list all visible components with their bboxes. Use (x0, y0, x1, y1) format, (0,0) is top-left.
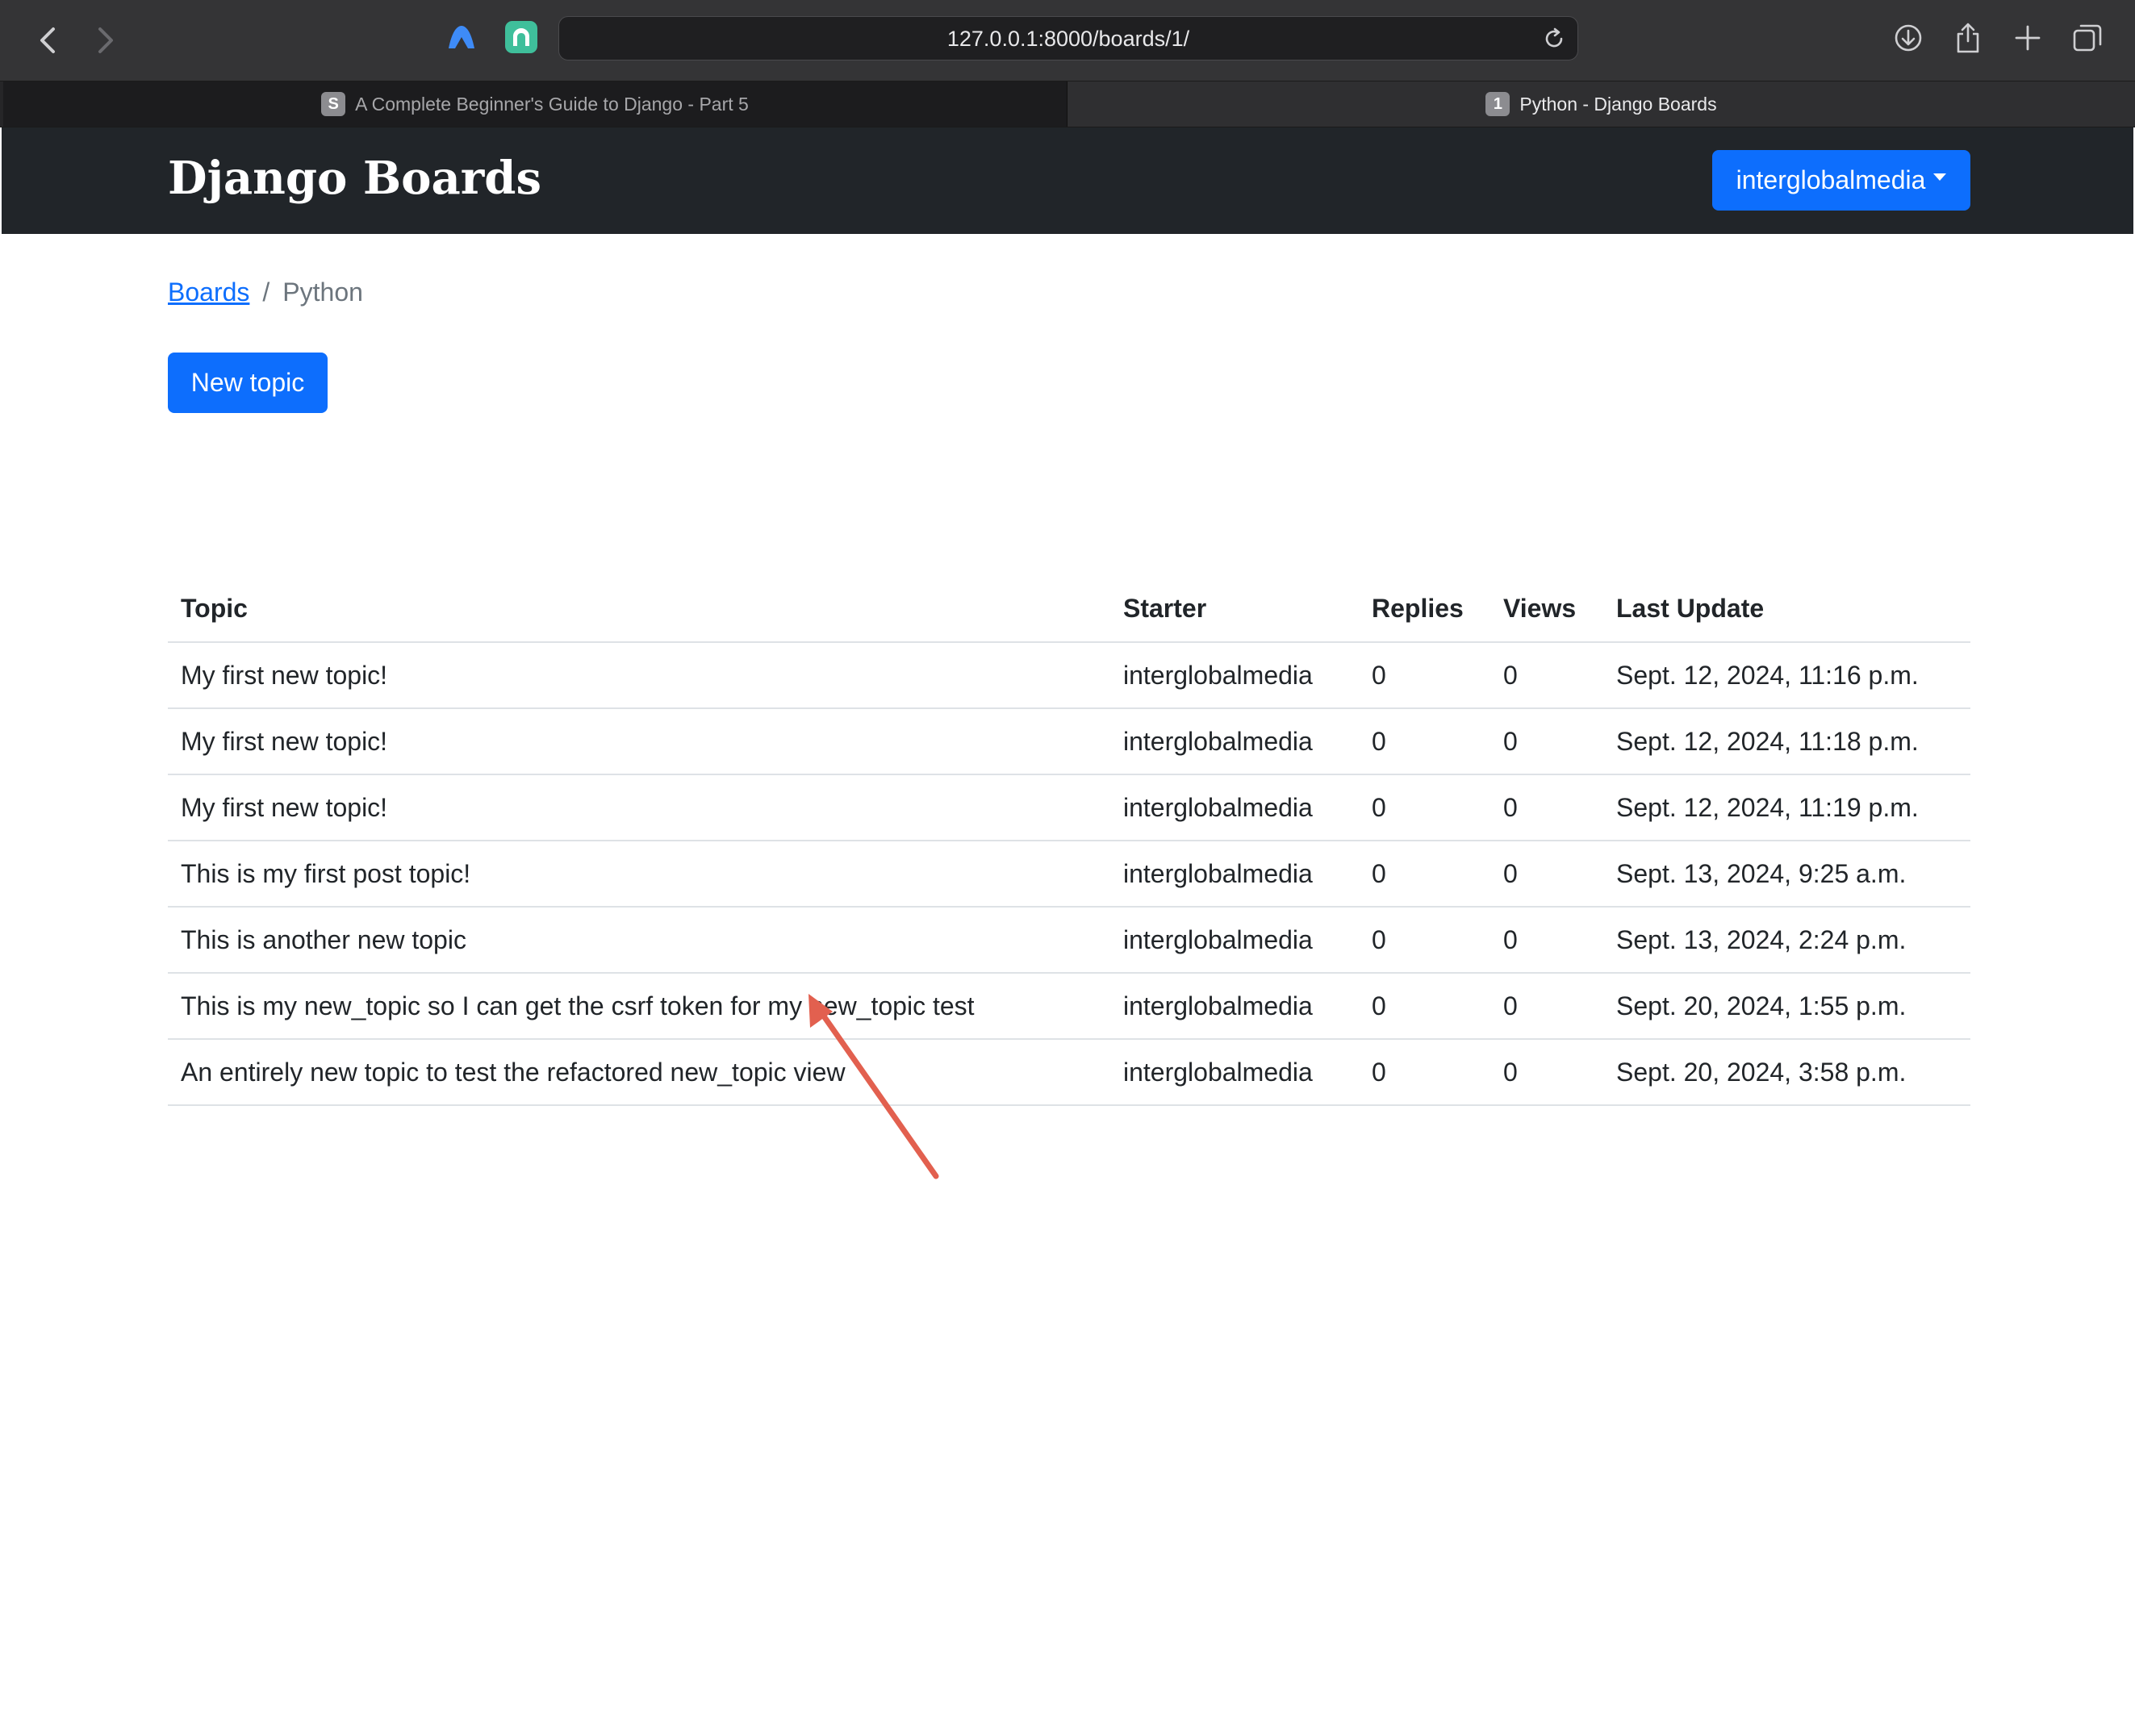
replies-cell: 0 (1359, 841, 1490, 908)
starter-cell: interglobalmedia (1110, 774, 1359, 841)
table-row: An entirely new topic to test the refact… (168, 1039, 1970, 1106)
last-update-cell: Sept. 13, 2024, 2:24 p.m. (1603, 907, 1970, 974)
replies-cell: 0 (1359, 973, 1490, 1040)
site-navbar: Django Boards interglobalmedia (2, 127, 2133, 234)
tab-label: A Complete Beginner's Guide to Django - … (355, 93, 749, 115)
topic-cell[interactable]: This is another new topic (168, 907, 1110, 974)
header-replies: Replies (1359, 576, 1490, 643)
starter-cell: interglobalmedia (1110, 907, 1359, 974)
views-cell: 0 (1490, 841, 1603, 908)
topic-cell[interactable]: This is my new_topic so I can get the cs… (168, 973, 1110, 1040)
header-views: Views (1490, 576, 1603, 643)
caret-down-icon (1933, 173, 1947, 181)
topic-cell[interactable]: My first new topic! (168, 774, 1110, 841)
last-update-cell: Sept. 20, 2024, 3:58 p.m. (1603, 1039, 1970, 1106)
table-header-row: Topic Starter Replies Views Last Update (168, 576, 1970, 643)
breadcrumb-boards-link[interactable]: Boards (168, 278, 249, 307)
topic-cell[interactable]: My first new topic! (168, 642, 1110, 709)
views-cell: 0 (1490, 774, 1603, 841)
tab-django-guide[interactable]: S A Complete Beginner's Guide to Django … (3, 81, 1067, 127)
user-name: interglobalmedia (1736, 165, 1926, 194)
last-update-cell: Sept. 13, 2024, 9:25 a.m. (1603, 841, 1970, 908)
tab-django-boards[interactable]: 1 Python - Django Boards (1067, 81, 2135, 127)
last-update-cell: Sept. 12, 2024, 11:18 p.m. (1603, 708, 1970, 775)
reload-icon[interactable] (1542, 27, 1566, 51)
tab-favicon: 1 (1485, 92, 1510, 116)
table-row: This is my first post topic! interglobal… (168, 841, 1970, 908)
share-icon[interactable] (1948, 18, 1988, 58)
forward-icon[interactable] (81, 16, 129, 65)
tab-label: Python - Django Boards (1519, 93, 1717, 115)
views-cell: 0 (1490, 973, 1603, 1040)
last-update-cell: Sept. 12, 2024, 11:19 p.m. (1603, 774, 1970, 841)
topic-cell[interactable]: An entirely new topic to test the refact… (168, 1039, 1110, 1106)
starter-cell: interglobalmedia (1110, 708, 1359, 775)
replies-cell: 0 (1359, 774, 1490, 841)
views-cell: 0 (1490, 1039, 1603, 1106)
header-last-update: Last Update (1603, 576, 1970, 643)
table-row: My first new topic! interglobalmedia 0 0… (168, 774, 1970, 841)
last-update-cell: Sept. 20, 2024, 1:55 p.m. (1603, 973, 1970, 1040)
address-bar[interactable]: 127.0.0.1:8000/boards/1/ (558, 16, 1578, 61)
topic-cell[interactable]: This is my first post topic! (168, 841, 1110, 908)
topic-cell[interactable]: My first new topic! (168, 708, 1110, 775)
starter-cell: interglobalmedia (1110, 841, 1359, 908)
views-cell: 0 (1490, 907, 1603, 974)
replies-cell: 0 (1359, 708, 1490, 775)
starter-cell: interglobalmedia (1110, 642, 1359, 709)
table-row: My first new topic! interglobalmedia 0 0… (168, 708, 1970, 775)
back-icon[interactable] (24, 16, 73, 65)
annotation-arrow-icon (808, 994, 939, 1179)
table-row: My first new topic! interglobalmedia 0 0… (168, 642, 1970, 709)
views-cell: 0 (1490, 708, 1603, 775)
extension-icon[interactable] (505, 21, 537, 53)
user-dropdown-button[interactable]: interglobalmedia (1712, 150, 1970, 211)
replies-cell: 0 (1359, 642, 1490, 709)
breadcrumb: Boards / Python (168, 278, 363, 307)
tab-overview-icon[interactable] (2067, 18, 2108, 58)
page-content: Django Boards interglobalmedia Boards / … (2, 127, 2133, 1734)
starter-cell: interglobalmedia (1110, 1039, 1359, 1106)
vpn-extension-icon[interactable] (445, 21, 478, 53)
starter-cell: interglobalmedia (1110, 973, 1359, 1040)
site-brand[interactable]: Django Boards (168, 152, 541, 205)
last-update-cell: Sept. 12, 2024, 11:16 p.m. (1603, 642, 1970, 709)
topics-table: Topic Starter Replies Views Last Update … (168, 576, 1970, 1106)
header-starter: Starter (1110, 576, 1359, 643)
replies-cell: 0 (1359, 1039, 1490, 1106)
tab-bar: S A Complete Beginner's Guide to Django … (0, 81, 2135, 127)
table-row: This is my new_topic so I can get the cs… (168, 973, 1970, 1040)
url-text: 127.0.0.1:8000/boards/1/ (946, 27, 1190, 51)
table-row: This is another new topic interglobalmed… (168, 907, 1970, 974)
breadcrumb-separator: / (262, 278, 270, 307)
views-cell: 0 (1490, 642, 1603, 709)
tab-favicon: S (321, 92, 346, 116)
new-topic-button[interactable]: New topic (168, 353, 328, 413)
replies-cell: 0 (1359, 907, 1490, 974)
browser-toolbar: 127.0.0.1:8000/boards/1/ (0, 0, 2135, 81)
header-topic: Topic (168, 576, 1110, 643)
download-icon[interactable] (1888, 18, 1928, 58)
breadcrumb-current: Python (282, 278, 363, 307)
new-tab-icon[interactable] (2008, 18, 2048, 58)
